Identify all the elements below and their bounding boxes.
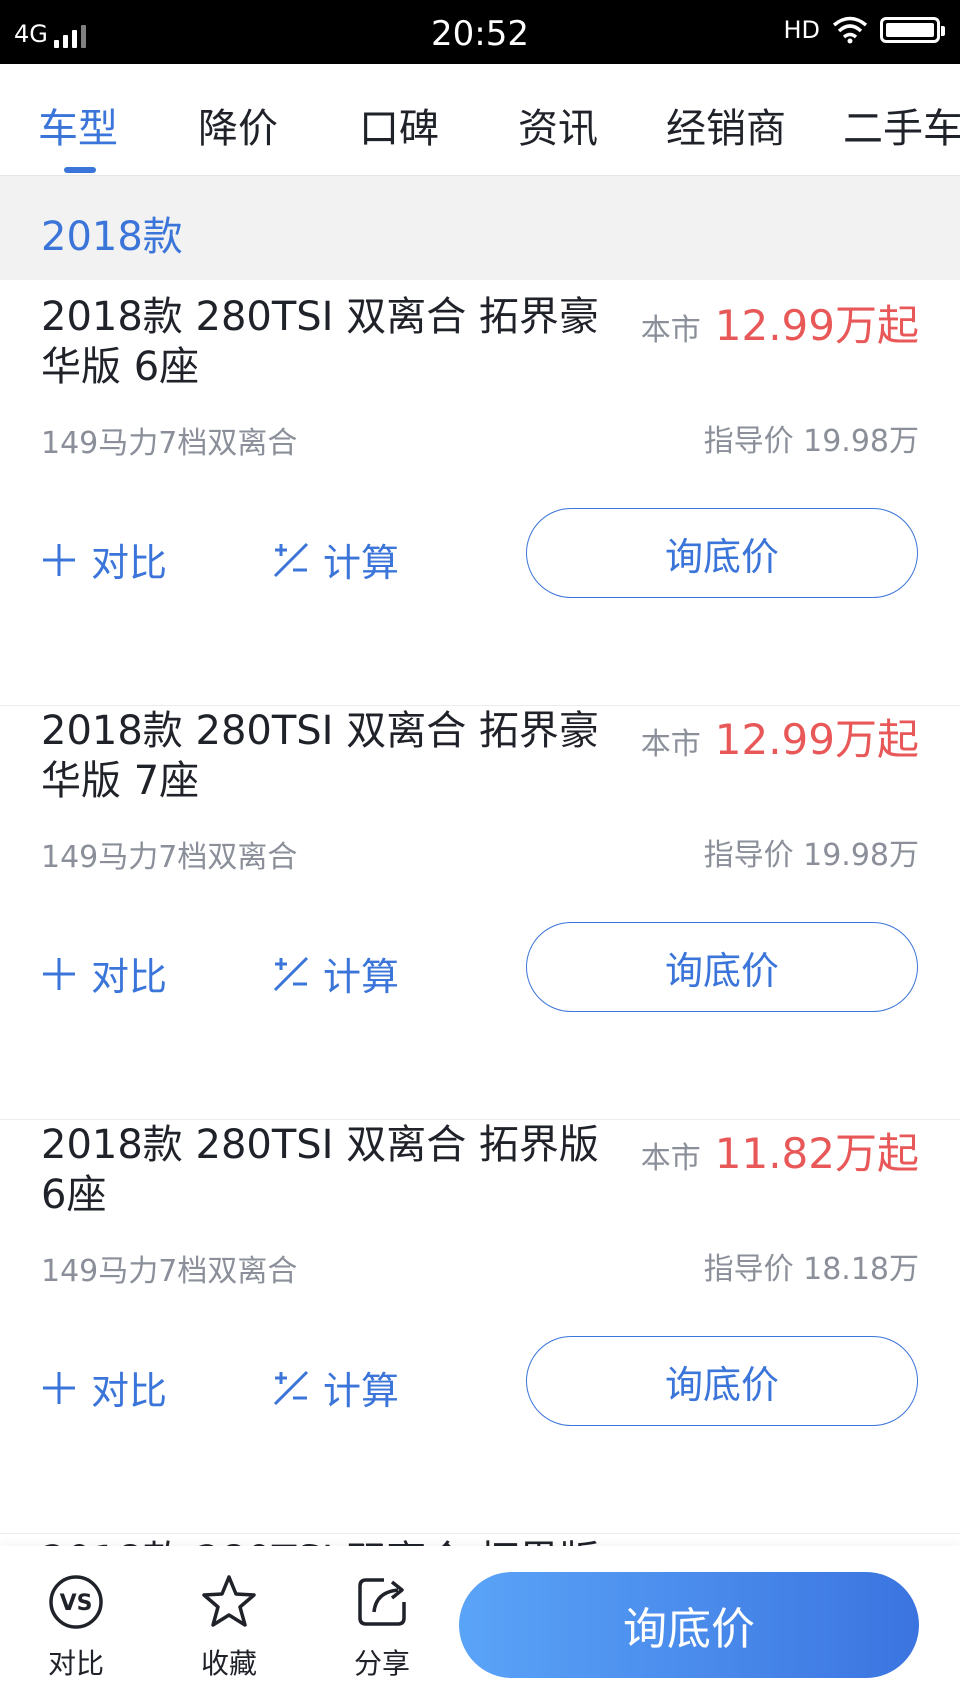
battery-icon — [880, 17, 945, 43]
guide-price: 指导价 18.18万 — [703, 1252, 919, 1287]
local-label: 本市 — [640, 313, 701, 348]
share-button[interactable]: 分享 — [332, 1572, 432, 1682]
trim-title: 2018款 280TSI 双离合 拓界豪华版 7座 — [41, 708, 599, 804]
inquiry-price-button[interactable]: 询底价 — [526, 508, 918, 598]
vs-icon: VS — [49, 1575, 103, 1629]
calculate-label: 计算 — [323, 1369, 400, 1413]
guide-price: 指导价 19.98万 — [703, 838, 919, 873]
share-icon — [358, 1578, 406, 1626]
price-block: 本市 12.99万起 — [641, 706, 919, 767]
bottom-action-bar: VS 对比 收藏 分享 询底价 — [0, 1546, 960, 1706]
calculate-label: 计算 — [323, 541, 400, 585]
share-label: 分享 — [353, 1647, 410, 1680]
year-label: 2018款 — [41, 214, 183, 260]
favorite-label: 收藏 — [200, 1647, 257, 1680]
hd-label: HD — [783, 16, 820, 44]
engine-spec: 149马力7档双离合 — [41, 1254, 298, 1289]
tab-price-drop[interactable]: 降价 — [198, 96, 278, 154]
guide-price: 指导价 19.98万 — [703, 424, 919, 459]
svg-text:VS: VS — [60, 1591, 93, 1616]
calculate-button[interactable]: 计算 — [273, 946, 399, 1001]
plus-icon — [43, 543, 75, 576]
tab-reviews[interactable]: 口碑 — [359, 96, 439, 154]
compare-tool-label: 对比 — [47, 1647, 104, 1680]
compare-label: 对比 — [91, 541, 168, 585]
list-item[interactable]: 2018款 280TSI 双离合 拓界豪华版 6座 本市 12.99万起 149… — [0, 292, 960, 706]
local-label: 本市 — [640, 727, 701, 762]
calculator-icon — [273, 1370, 309, 1405]
trim-title: 2018款 280TSI 双离合 拓界版 6座 — [41, 1122, 599, 1218]
compare-button[interactable]: 对比 — [41, 1360, 167, 1415]
compare-label: 对比 — [91, 1369, 168, 1413]
status-bar: 4G 20:52 HD — [0, 0, 960, 64]
calculator-icon — [273, 542, 309, 577]
status-right: HD — [783, 16, 945, 44]
calculate-button[interactable]: 计算 — [273, 1360, 399, 1415]
plus-icon — [43, 957, 75, 990]
calculate-label: 计算 — [323, 955, 400, 999]
compare-button[interactable]: 对比 — [41, 532, 167, 587]
engine-spec: 149马力7档双离合 — [41, 426, 298, 461]
tab-models[interactable]: 车型 — [38, 96, 118, 154]
list-item[interactable]: 2018款 280TSI 双离合 拓界版 6座 本市 11.82万起 149马力… — [0, 1120, 960, 1534]
inquiry-price-button[interactable]: 询底价 — [526, 1336, 918, 1426]
wifi-icon — [832, 16, 868, 44]
price-block: 本市 11.82万起 — [641, 1120, 919, 1181]
local-price: 12.99万起 — [714, 715, 919, 764]
tab-bar: 车型 降价 口碑 资讯 经销商 二手车 — [0, 64, 960, 176]
compare-tool-button[interactable]: VS 对比 — [26, 1572, 126, 1682]
calculator-icon — [273, 956, 309, 991]
trim-title: 2018款 280TSI 双离合 拓界豪华版 6座 — [41, 294, 599, 390]
engine-spec: 149马力7档双离合 — [41, 840, 298, 875]
plus-icon — [43, 1371, 75, 1404]
tab-dealers[interactable]: 经销商 — [666, 96, 786, 154]
inquiry-price-button[interactable]: 询底价 — [526, 922, 918, 1012]
local-price: 11.82万起 — [714, 1129, 919, 1178]
compare-button[interactable]: 对比 — [41, 946, 167, 1001]
compare-label: 对比 — [91, 955, 168, 999]
active-tab-indicator — [64, 167, 96, 173]
local-label: 本市 — [640, 1141, 701, 1176]
year-section-header: 2018款 — [0, 176, 960, 280]
price-block: 本市 12.99万起 — [641, 292, 919, 353]
star-icon — [202, 1575, 256, 1627]
favorite-button[interactable]: 收藏 — [179, 1572, 279, 1682]
inquiry-price-main-button[interactable]: 询底价 — [459, 1572, 919, 1678]
tab-news[interactable]: 资讯 — [518, 96, 598, 154]
calculate-button[interactable]: 计算 — [273, 532, 399, 587]
list-item[interactable]: 2018款 280TSI 双离合 拓界豪华版 7座 本市 12.99万起 149… — [0, 706, 960, 1120]
local-price: 12.99万起 — [714, 301, 919, 350]
tab-used-cars[interactable]: 二手车 — [843, 96, 960, 154]
